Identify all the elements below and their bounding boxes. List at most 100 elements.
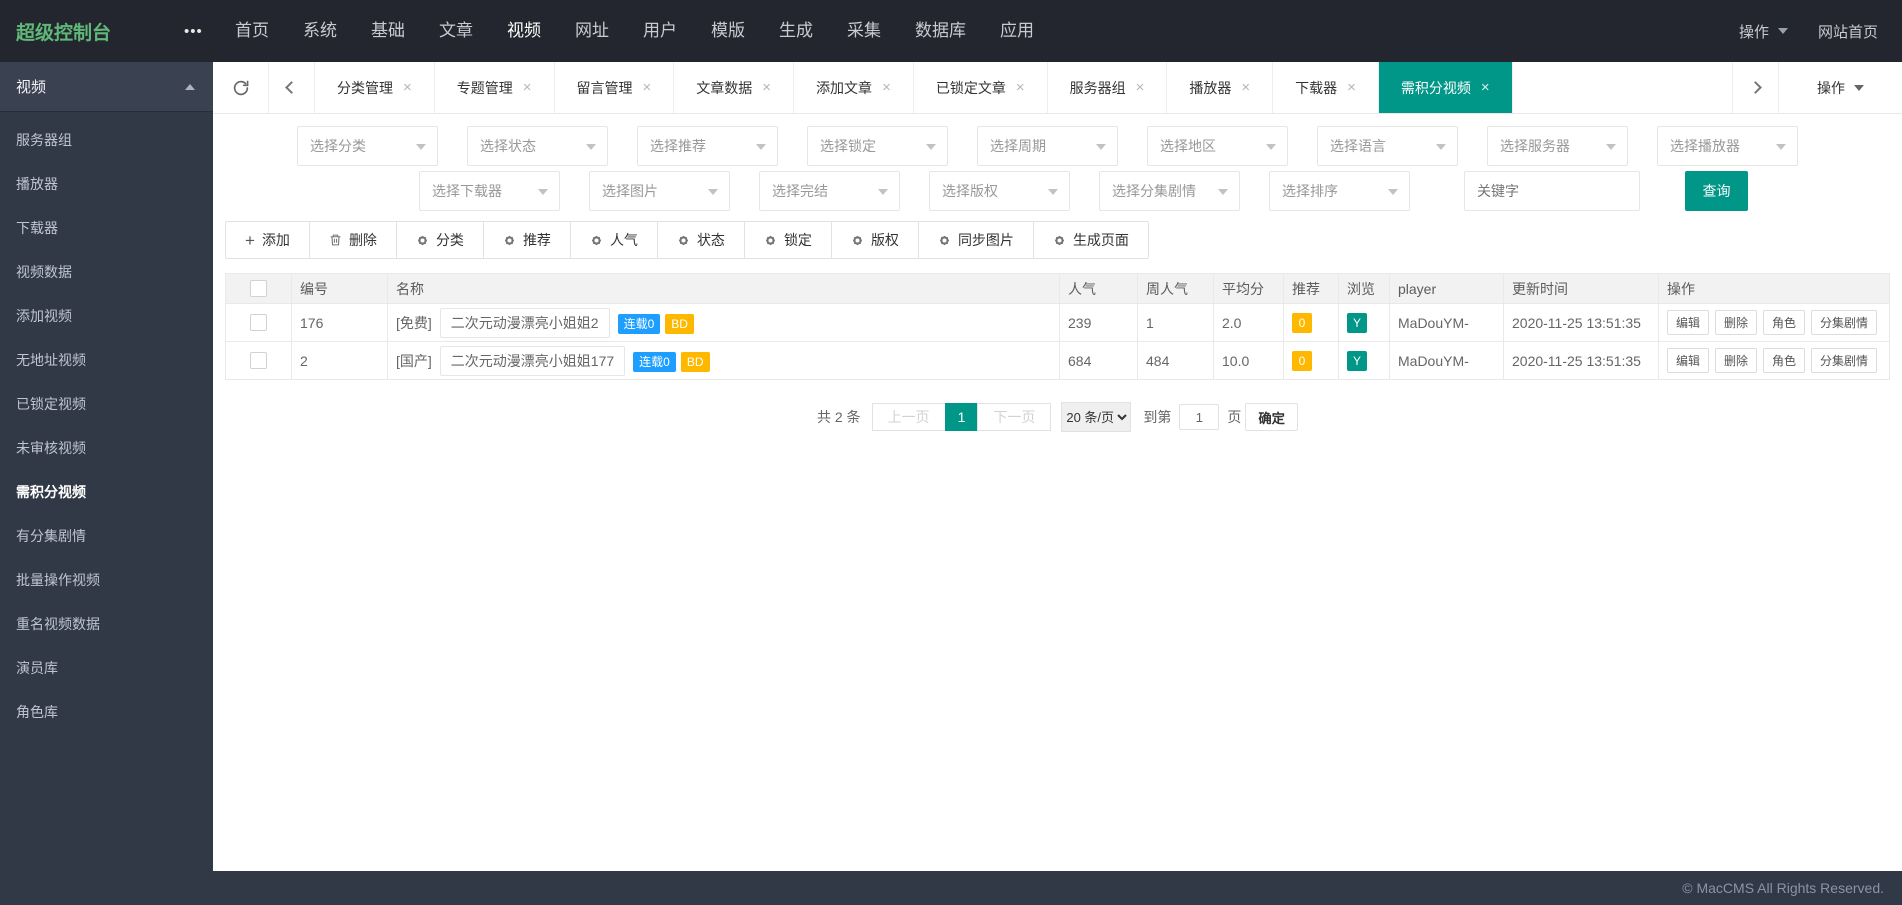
- keyword-input[interactable]: [1464, 171, 1640, 211]
- video-title-box[interactable]: 二次元动漫漂亮小姐姐2: [439, 307, 610, 338]
- current-page-button[interactable]: 1: [944, 403, 979, 431]
- topnav-item[interactable]: 应用: [983, 0, 1051, 62]
- tab[interactable]: 已锁定文章 ×: [914, 62, 1048, 113]
- topnav-item[interactable]: 模版: [694, 0, 762, 62]
- tab-close-icon[interactable]: ×: [1347, 79, 1356, 96]
- tab-close-icon[interactable]: ×: [523, 79, 532, 96]
- episodes-button[interactable]: 分集剧情: [1811, 348, 1878, 373]
- sidebar-item[interactable]: 未审核视频: [0, 426, 213, 470]
- status-button[interactable]: 状态: [657, 221, 745, 259]
- tab-close-icon[interactable]: ×: [1241, 79, 1250, 96]
- sidebar-item[interactable]: 批量操作视频: [0, 558, 213, 602]
- tab[interactable]: 下载器 ×: [1273, 62, 1379, 113]
- filter-select[interactable]: 选择排序: [1269, 171, 1410, 211]
- next-page-button[interactable]: 下一页: [977, 403, 1052, 431]
- role-button[interactable]: 角色: [1763, 310, 1806, 335]
- sidebar-item[interactable]: 播放器: [0, 162, 213, 206]
- sidebar-item[interactable]: 无地址视频: [0, 338, 213, 382]
- role-button[interactable]: 角色: [1763, 348, 1806, 373]
- confirm-button[interactable]: 确定: [1245, 403, 1299, 431]
- tab-close-icon[interactable]: ×: [643, 79, 652, 96]
- filter-select[interactable]: 选择周期: [977, 126, 1118, 166]
- episodes-button[interactable]: 分集剧情: [1811, 310, 1878, 335]
- tab-close-icon[interactable]: ×: [1016, 79, 1025, 96]
- filter-select[interactable]: 选择分集剧情: [1099, 171, 1240, 211]
- tab[interactable]: 文章数据 ×: [674, 62, 795, 113]
- prev-page-button[interactable]: 上一页: [871, 403, 946, 431]
- filter-select[interactable]: 选择播放器: [1657, 126, 1798, 166]
- topnav-item[interactable]: 系统: [286, 0, 354, 62]
- filter-select[interactable]: 选择状态: [467, 126, 608, 166]
- tab-close-icon[interactable]: ×: [1481, 79, 1490, 96]
- sidebar-item[interactable]: 角色库: [0, 690, 213, 734]
- tab[interactable]: 需积分视频 ×: [1378, 62, 1513, 113]
- delete-button[interactable]: 删除: [1715, 348, 1758, 373]
- page-size-select[interactable]: 20 条/页: [1061, 402, 1132, 432]
- topnav-item[interactable]: 视频: [490, 0, 558, 62]
- filter-select[interactable]: 选择地区: [1147, 126, 1288, 166]
- tab-close-icon[interactable]: ×: [403, 79, 412, 96]
- category-button[interactable]: 分类: [396, 221, 484, 259]
- sidebar-item[interactable]: 下载器: [0, 206, 213, 250]
- tab-close-icon[interactable]: ×: [762, 79, 771, 96]
- sidebar-header-video[interactable]: 视频: [0, 62, 213, 112]
- add-button[interactable]: + 添加: [225, 221, 310, 259]
- sidebar-item[interactable]: 服务器组: [0, 118, 213, 162]
- row-checkbox[interactable]: [250, 314, 267, 332]
- tab[interactable]: 服务器组 ×: [1048, 62, 1168, 113]
- tab-close-icon[interactable]: ×: [1136, 79, 1145, 96]
- sidebar-item[interactable]: 有分集剧情: [0, 514, 213, 558]
- hits-button[interactable]: 人气: [570, 221, 658, 259]
- delete-button[interactable]: 删除: [1715, 310, 1758, 335]
- topnav-item[interactable]: 生成: [762, 0, 830, 62]
- filter-select[interactable]: 选择语言: [1317, 126, 1458, 166]
- select-all-checkbox[interactable]: [250, 280, 267, 298]
- topnav-item[interactable]: 文章: [422, 0, 490, 62]
- topnav-item[interactable]: 网址: [558, 0, 626, 62]
- topnav-item[interactable]: 用户: [626, 0, 694, 62]
- sidebar-item[interactable]: 重名视频数据: [0, 602, 213, 646]
- filter-select[interactable]: 选择服务器: [1487, 126, 1628, 166]
- copyright-button[interactable]: 版权: [831, 221, 919, 259]
- filter-select[interactable]: 选择完结: [759, 171, 900, 211]
- recommend-button[interactable]: 推荐: [483, 221, 571, 259]
- tab[interactable]: 添加文章 ×: [794, 62, 914, 113]
- topnav-item[interactable]: 数据库: [898, 0, 983, 62]
- edit-button[interactable]: 编辑: [1667, 348, 1710, 373]
- filter-select[interactable]: 选择版权: [929, 171, 1070, 211]
- tabs-scroll-left-button[interactable]: [269, 62, 315, 113]
- site-home-link[interactable]: 网站首页: [1818, 21, 1878, 42]
- sidebar-item[interactable]: 演员库: [0, 646, 213, 690]
- row-checkbox[interactable]: [250, 352, 267, 370]
- lock-button[interactable]: 锁定: [744, 221, 832, 259]
- tab-action-dropdown[interactable]: 操作: [1778, 62, 1902, 113]
- sync-images-button[interactable]: 同步图片: [918, 221, 1034, 259]
- refresh-button[interactable]: [213, 62, 269, 113]
- tab[interactable]: 留言管理 ×: [555, 62, 675, 113]
- sidebar-item[interactable]: 需积分视频: [0, 470, 213, 514]
- sidebar-item[interactable]: 已锁定视频: [0, 382, 213, 426]
- more-icon[interactable]: •••: [184, 23, 218, 40]
- filter-select[interactable]: 选择图片: [589, 171, 730, 211]
- delete-button[interactable]: 删除: [309, 221, 397, 259]
- tab-close-icon[interactable]: ×: [882, 79, 891, 96]
- topbar-action-dropdown[interactable]: 操作: [1739, 21, 1788, 42]
- tab[interactable]: 专题管理 ×: [435, 62, 555, 113]
- video-title-box[interactable]: 二次元动漫漂亮小姐姐177: [439, 345, 626, 376]
- tab[interactable]: 分类管理 ×: [315, 62, 435, 113]
- topnav-item[interactable]: 基础: [354, 0, 422, 62]
- topnav-item[interactable]: 采集: [830, 0, 898, 62]
- topnav-item[interactable]: 首页: [218, 0, 286, 62]
- filter-select[interactable]: 选择锁定: [807, 126, 948, 166]
- edit-button[interactable]: 编辑: [1667, 310, 1710, 335]
- search-button[interactable]: 查询: [1685, 171, 1748, 211]
- goto-page-input[interactable]: [1179, 404, 1220, 430]
- sidebar-item[interactable]: 添加视频: [0, 294, 213, 338]
- sidebar-item[interactable]: 视频数据: [0, 250, 213, 294]
- filter-select[interactable]: 选择下载器: [419, 171, 560, 211]
- filter-select[interactable]: 选择分类: [297, 126, 438, 166]
- tab[interactable]: 播放器 ×: [1167, 62, 1274, 113]
- tabs-scroll-right-button[interactable]: [1732, 62, 1778, 113]
- filter-select[interactable]: 选择推荐: [637, 126, 778, 166]
- generate-pages-button[interactable]: 生成页面: [1033, 221, 1149, 259]
